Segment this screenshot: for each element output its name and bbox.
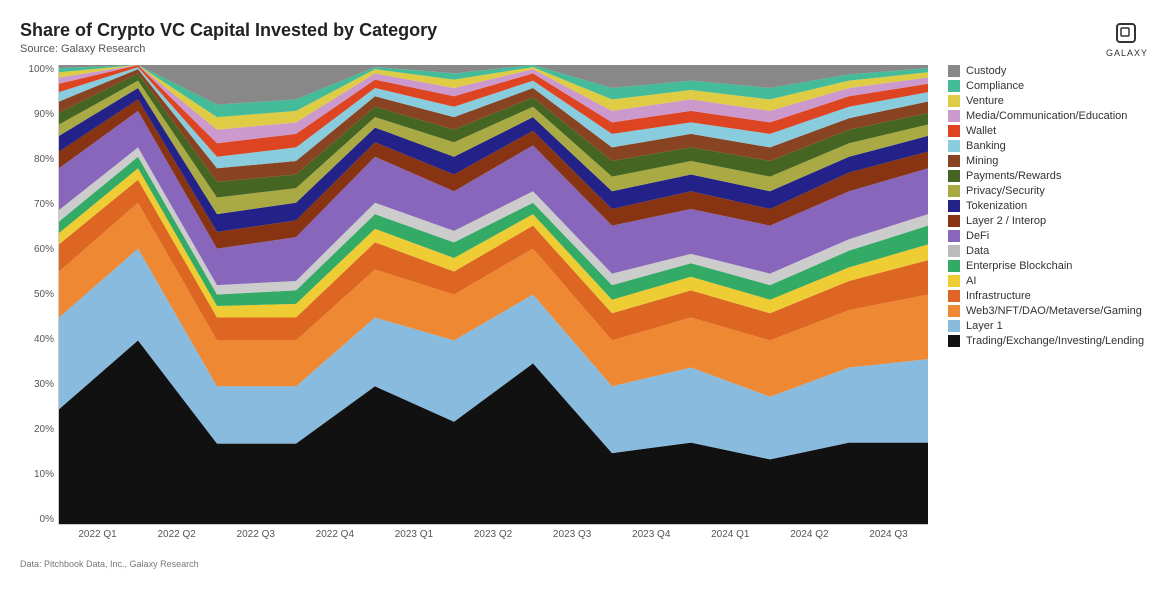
- legend-item: Custody: [948, 65, 1148, 77]
- legend-color-box: [948, 110, 960, 122]
- legend-label-text: Privacy/Security: [966, 185, 1045, 197]
- y-axis-label: 10%: [20, 470, 58, 480]
- legend-label-text: Trading/Exchange/Investing/Lending: [966, 335, 1144, 347]
- legend-color-box: [948, 275, 960, 287]
- y-axis-label: 100%: [20, 65, 58, 75]
- legend-color-box: [948, 80, 960, 92]
- legend-item: Compliance: [948, 80, 1148, 92]
- x-axis-label: 2023 Q3: [533, 529, 612, 540]
- legend: Custody Compliance Venture Media/Communicat…: [928, 65, 1148, 555]
- chart-footer: Data: Pitchbook Data, Inc., Galaxy Resea…: [20, 559, 1148, 569]
- legend-color-box: [948, 215, 960, 227]
- legend-item: Enterprise Blockchain: [948, 260, 1148, 272]
- legend-item: Privacy/Security: [948, 185, 1148, 197]
- legend-item: Trading/Exchange/Investing/Lending: [948, 335, 1148, 347]
- y-axis-label: 20%: [20, 425, 58, 435]
- y-axis-label: 70%: [20, 200, 58, 210]
- legend-item: Tokenization: [948, 200, 1148, 212]
- y-axis-label: 90%: [20, 110, 58, 120]
- legend-label-text: Web3/NFT/DAO/Metaverse/Gaming: [966, 305, 1142, 317]
- legend-color-box: [948, 335, 960, 347]
- chart-area: 0% 10% 20% 30% 40% 50% 60% 70% 80% 90% 100%: [20, 65, 1148, 555]
- y-axis-label: 50%: [20, 290, 58, 300]
- legend-label-text: Tokenization: [966, 200, 1027, 212]
- legend-item: AI: [948, 275, 1148, 287]
- legend-item: Banking: [948, 140, 1148, 152]
- legend-label-text: DeFi: [966, 230, 989, 242]
- legend-item: Mining: [948, 155, 1148, 167]
- x-axis-label: 2024 Q3: [849, 529, 928, 540]
- y-axis-label: 40%: [20, 335, 58, 345]
- legend-item: Wallet: [948, 125, 1148, 137]
- y-axis-label: 0%: [20, 515, 58, 525]
- x-axis: 2022 Q12022 Q22022 Q32022 Q42023 Q12023 …: [58, 525, 928, 555]
- legend-color-box: [948, 245, 960, 257]
- legend-item: Layer 1: [948, 320, 1148, 332]
- x-axis-label: 2024 Q1: [691, 529, 770, 540]
- logo-text: galaxy: [1106, 48, 1148, 58]
- x-axis-label: 2023 Q4: [612, 529, 691, 540]
- legend-color-box: [948, 305, 960, 317]
- chart-inner: [58, 65, 928, 525]
- legend-label-text: Banking: [966, 140, 1006, 152]
- legend-color-box: [948, 140, 960, 152]
- legend-item: Layer 2 / Interop: [948, 215, 1148, 227]
- chart-title: Share of Crypto VC Capital Invested by C…: [20, 20, 1148, 41]
- x-axis-label: 2024 Q2: [770, 529, 849, 540]
- legend-label-text: Payments/Rewards: [966, 170, 1061, 182]
- chart-source: Source: Galaxy Research: [20, 43, 1148, 55]
- legend-label-text: Wallet: [966, 125, 996, 137]
- legend-color-box: [948, 170, 960, 182]
- legend-color-box: [948, 65, 960, 77]
- legend-label-text: Infrastructure: [966, 290, 1031, 302]
- legend-item: Data: [948, 245, 1148, 257]
- legend-color-box: [948, 320, 960, 332]
- x-axis-label: 2022 Q4: [295, 529, 374, 540]
- legend-color-box: [948, 230, 960, 242]
- legend-label-text: Enterprise Blockchain: [966, 260, 1072, 272]
- legend-color-box: [948, 155, 960, 167]
- legend-item: Media/Communication/Education: [948, 110, 1148, 122]
- legend-item: Infrastructure: [948, 290, 1148, 302]
- chart-svg: [59, 65, 928, 524]
- x-axis-label: 2023 Q1: [374, 529, 453, 540]
- legend-label-text: Custody: [966, 65, 1006, 77]
- legend-color-box: [948, 290, 960, 302]
- y-axis: 0% 10% 20% 30% 40% 50% 60% 70% 80% 90% 100%: [20, 65, 58, 525]
- legend-item: Payments/Rewards: [948, 170, 1148, 182]
- main-container: galaxy Share of Crypto VC Capital Invest…: [0, 0, 1168, 616]
- y-axis-label: 30%: [20, 380, 58, 390]
- legend-item: Web3/NFT/DAO/Metaverse/Gaming: [948, 305, 1148, 317]
- x-axis-label: 2022 Q3: [216, 529, 295, 540]
- legend-label-text: Layer 2 / Interop: [966, 215, 1046, 227]
- chart-wrapper: 0% 10% 20% 30% 40% 50% 60% 70% 80% 90% 100%: [20, 65, 928, 555]
- legend-label-text: Venture: [966, 95, 1004, 107]
- legend-color-box: [948, 125, 960, 137]
- legend-color-box: [948, 95, 960, 107]
- legend-item: DeFi: [948, 230, 1148, 242]
- legend-label-text: Layer 1: [966, 320, 1003, 332]
- legend-label-text: Data: [966, 245, 989, 257]
- galaxy-logo: galaxy: [1106, 20, 1148, 58]
- legend-label-text: Compliance: [966, 80, 1024, 92]
- x-axis-label: 2023 Q2: [453, 529, 532, 540]
- legend-label-text: Media/Communication/Education: [966, 110, 1127, 122]
- x-axis-label: 2022 Q2: [137, 529, 216, 540]
- legend-color-box: [948, 260, 960, 272]
- legend-label-text: Mining: [966, 155, 998, 167]
- legend-label-text: AI: [966, 275, 976, 287]
- legend-item: Venture: [948, 95, 1148, 107]
- y-axis-label: 80%: [20, 155, 58, 165]
- legend-color-box: [948, 200, 960, 212]
- legend-color-box: [948, 185, 960, 197]
- x-axis-label: 2022 Q1: [58, 529, 137, 540]
- y-axis-label: 60%: [20, 245, 58, 255]
